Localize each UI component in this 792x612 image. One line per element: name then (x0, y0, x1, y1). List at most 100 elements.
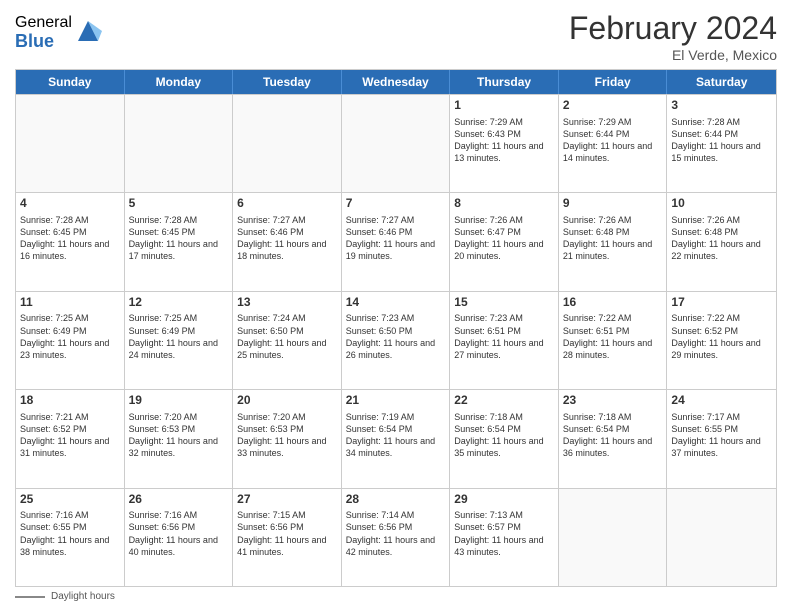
logo-blue: Blue (15, 32, 72, 52)
empty-cell (16, 95, 125, 192)
header-day-wednesday: Wednesday (342, 70, 451, 94)
header-day-thursday: Thursday (450, 70, 559, 94)
empty-cell (342, 95, 451, 192)
empty-cell (125, 95, 234, 192)
day-info: Sunrise: 7:23 AMSunset: 6:51 PMDaylight:… (454, 312, 554, 361)
day-cell-24: 24Sunrise: 7:17 AMSunset: 6:55 PMDayligh… (667, 390, 776, 487)
empty-cell (667, 489, 776, 586)
calendar-row-5: 25Sunrise: 7:16 AMSunset: 6:55 PMDayligh… (16, 488, 776, 586)
day-info: Sunrise: 7:29 AMSunset: 6:43 PMDaylight:… (454, 116, 554, 165)
day-info: Sunrise: 7:27 AMSunset: 6:46 PMDaylight:… (237, 214, 337, 263)
day-number: 3 (671, 98, 772, 114)
day-number: 21 (346, 393, 446, 409)
header-day-sunday: Sunday (16, 70, 125, 94)
day-info: Sunrise: 7:26 AMSunset: 6:48 PMDaylight:… (671, 214, 772, 263)
day-cell-11: 11Sunrise: 7:25 AMSunset: 6:49 PMDayligh… (16, 292, 125, 389)
location: El Verde, Mexico (569, 47, 777, 63)
day-cell-7: 7 Sunrise: 7:27 AMSunset: 6:46 PMDaylight… (342, 193, 451, 290)
calendar-header: SundayMondayTuesdayWednesdayThursdayFrid… (16, 70, 776, 94)
month-title: February 2024 (569, 10, 777, 47)
day-number: 27 (237, 492, 337, 508)
day-cell-23: 23 Sunrise: 7:18 AMSunset: 6:54 PMDayligh… (559, 390, 668, 487)
day-info: Sunrise: 7:18 AMSunset: 6:54 PMDaylight:… (454, 411, 554, 460)
day-info: Sunrise: 7:21 AMSunset: 6:52 PMDaylight:… (20, 411, 120, 460)
day-cell-16: 16Sunrise: 7:22 AMSunset: 6:51 PMDayligh… (559, 292, 668, 389)
day-cell-1: 1 Sunrise: 7:29 AMSunset: 6:43 PMDaylight… (450, 95, 559, 192)
day-info: Sunrise: 7:25 AMSunset: 6:49 PMDaylight:… (20, 312, 120, 361)
header-day-tuesday: Tuesday (233, 70, 342, 94)
empty-cell (233, 95, 342, 192)
day-number: 6 (237, 196, 337, 212)
day-info: Sunrise: 7:19 AMSunset: 6:54 PMDaylight:… (346, 411, 446, 460)
title-block: February 2024 El Verde, Mexico (569, 10, 777, 63)
day-number: 8 (454, 196, 554, 212)
day-info: Sunrise: 7:18 AMSunset: 6:54 PMDaylight:… (563, 411, 663, 460)
footer-line (15, 596, 45, 598)
day-number: 26 (129, 492, 229, 508)
day-number: 22 (454, 393, 554, 409)
day-info: Sunrise: 7:28 AMSunset: 6:45 PMDaylight:… (20, 214, 120, 263)
day-info: Sunrise: 7:28 AMSunset: 6:45 PMDaylight:… (129, 214, 229, 263)
empty-cell (559, 489, 668, 586)
day-info: Sunrise: 7:24 AMSunset: 6:50 PMDaylight:… (237, 312, 337, 361)
calendar-body: 1 Sunrise: 7:29 AMSunset: 6:43 PMDaylight… (16, 94, 776, 586)
day-number: 17 (671, 295, 772, 311)
day-info: Sunrise: 7:26 AMSunset: 6:48 PMDaylight:… (563, 214, 663, 263)
day-number: 4 (20, 196, 120, 212)
day-cell-22: 22 Sunrise: 7:18 AMSunset: 6:54 PMDayligh… (450, 390, 559, 487)
day-cell-12: 12Sunrise: 7:25 AMSunset: 6:49 PMDayligh… (125, 292, 234, 389)
day-cell-6: 6 Sunrise: 7:27 AMSunset: 6:46 PMDaylight… (233, 193, 342, 290)
day-number: 10 (671, 196, 772, 212)
header-day-monday: Monday (125, 70, 234, 94)
day-cell-5: 5 Sunrise: 7:28 AMSunset: 6:45 PMDaylight… (125, 193, 234, 290)
header: General Blue February 2024 El Verde, Mex… (15, 10, 777, 63)
footer: Daylight hours (15, 591, 777, 602)
day-info: Sunrise: 7:20 AMSunset: 6:53 PMDaylight:… (129, 411, 229, 460)
day-cell-10: 10 Sunrise: 7:26 AMSunset: 6:48 PMDayligh… (667, 193, 776, 290)
day-cell-13: 13Sunrise: 7:24 AMSunset: 6:50 PMDayligh… (233, 292, 342, 389)
day-number: 12 (129, 295, 229, 311)
day-info: Sunrise: 7:22 AMSunset: 6:51 PMDaylight:… (563, 312, 663, 361)
day-number: 5 (129, 196, 229, 212)
day-number: 7 (346, 196, 446, 212)
day-number: 23 (563, 393, 663, 409)
calendar-row-1: 1 Sunrise: 7:29 AMSunset: 6:43 PMDaylight… (16, 94, 776, 192)
day-cell-26: 26Sunrise: 7:16 AMSunset: 6:56 PMDayligh… (125, 489, 234, 586)
day-number: 2 (563, 98, 663, 114)
day-cell-27: 27Sunrise: 7:15 AMSunset: 6:56 PMDayligh… (233, 489, 342, 586)
day-cell-2: 2 Sunrise: 7:29 AMSunset: 6:44 PMDaylight… (559, 95, 668, 192)
day-number: 14 (346, 295, 446, 311)
day-cell-18: 18Sunrise: 7:21 AMSunset: 6:52 PMDayligh… (16, 390, 125, 487)
day-cell-20: 20 Sunrise: 7:20 AMSunset: 6:53 PMDayligh… (233, 390, 342, 487)
day-number: 9 (563, 196, 663, 212)
day-info: Sunrise: 7:29 AMSunset: 6:44 PMDaylight:… (563, 116, 663, 165)
day-number: 25 (20, 492, 120, 508)
day-cell-3: 3Sunrise: 7:28 AMSunset: 6:44 PMDaylight… (667, 95, 776, 192)
day-info: Sunrise: 7:27 AMSunset: 6:46 PMDaylight:… (346, 214, 446, 263)
day-cell-14: 14Sunrise: 7:23 AMSunset: 6:50 PMDayligh… (342, 292, 451, 389)
day-number: 13 (237, 295, 337, 311)
header-day-saturday: Saturday (667, 70, 776, 94)
day-info: Sunrise: 7:14 AMSunset: 6:56 PMDaylight:… (346, 509, 446, 558)
day-info: Sunrise: 7:25 AMSunset: 6:49 PMDaylight:… (129, 312, 229, 361)
day-info: Sunrise: 7:16 AMSunset: 6:56 PMDaylight:… (129, 509, 229, 558)
day-number: 1 (454, 98, 554, 114)
day-info: Sunrise: 7:17 AMSunset: 6:55 PMDaylight:… (671, 411, 772, 460)
logo-general: General (15, 14, 72, 32)
day-number: 20 (237, 393, 337, 409)
day-cell-15: 15Sunrise: 7:23 AMSunset: 6:51 PMDayligh… (450, 292, 559, 389)
day-info: Sunrise: 7:16 AMSunset: 6:55 PMDaylight:… (20, 509, 120, 558)
logo-icon (74, 17, 102, 45)
day-cell-25: 25Sunrise: 7:16 AMSunset: 6:55 PMDayligh… (16, 489, 125, 586)
day-info: Sunrise: 7:20 AMSunset: 6:53 PMDaylight:… (237, 411, 337, 460)
day-cell-4: 4 Sunrise: 7:28 AMSunset: 6:45 PMDaylight… (16, 193, 125, 290)
day-cell-9: 9 Sunrise: 7:26 AMSunset: 6:48 PMDaylight… (559, 193, 668, 290)
day-number: 29 (454, 492, 554, 508)
day-number: 19 (129, 393, 229, 409)
logo: General Blue (15, 14, 102, 51)
calendar-row-4: 18Sunrise: 7:21 AMSunset: 6:52 PMDayligh… (16, 389, 776, 487)
calendar-row-3: 11Sunrise: 7:25 AMSunset: 6:49 PMDayligh… (16, 291, 776, 389)
day-number: 16 (563, 295, 663, 311)
day-info: Sunrise: 7:23 AMSunset: 6:50 PMDaylight:… (346, 312, 446, 361)
day-cell-8: 8Sunrise: 7:26 AMSunset: 6:47 PMDaylight… (450, 193, 559, 290)
